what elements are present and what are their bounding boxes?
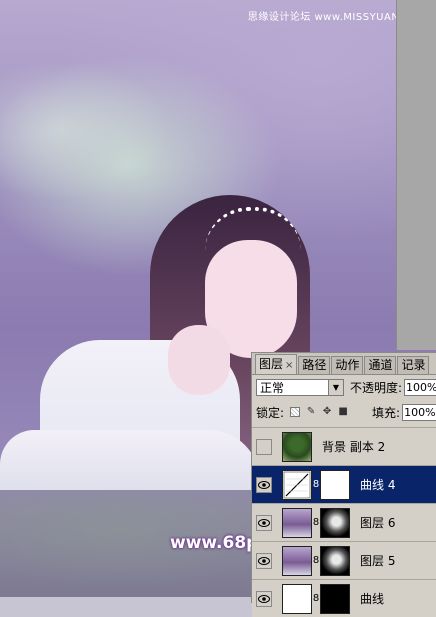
move-icon[interactable]: ✥ xyxy=(322,407,332,417)
layer-thumbnail xyxy=(282,431,312,462)
link-icon[interactable]: 8 xyxy=(312,479,320,490)
blend-mode-select[interactable]: 正常 ▼ xyxy=(256,378,344,396)
layer-list: 背景 副本 2 8 曲线 4 8 图层 6 8 图层 5 8 曲线 xyxy=(252,427,436,617)
layer-name: 背景 副本 2 xyxy=(322,440,386,454)
layer-thumbnail xyxy=(282,507,312,538)
layer-row[interactable]: 8 曲线 4 xyxy=(252,465,436,503)
layers-panel: 图层 × 路径 动作 通道 记录 正常 ▼ 不透明度: 100% 锁定: ✎ ✥ … xyxy=(251,352,436,617)
link-icon[interactable]: 8 xyxy=(312,555,320,566)
girl-arm xyxy=(168,325,230,395)
tab-channels[interactable]: 通道 xyxy=(364,356,397,374)
layer-name: 图层 6 xyxy=(360,516,396,530)
lock-transparency-icon[interactable] xyxy=(290,407,301,417)
layer-row[interactable]: 8 曲线 xyxy=(252,579,436,617)
link-icon[interactable]: 8 xyxy=(312,593,320,604)
layer-thumbnail xyxy=(282,545,312,576)
brush-icon[interactable]: ✎ xyxy=(306,407,316,417)
layer-mask[interactable] xyxy=(320,583,350,614)
opacity-label: 不透明度: xyxy=(350,380,403,395)
panel-tabs: 图层 × 路径 动作 通道 记录 xyxy=(252,353,436,375)
eye-icon[interactable] xyxy=(256,590,272,607)
chevron-down-icon[interactable]: ▼ xyxy=(328,379,343,395)
lock-icon[interactable]: ■ xyxy=(338,407,348,417)
layer-name: 曲线 xyxy=(360,592,385,606)
tab-history[interactable]: 记录 xyxy=(397,356,430,374)
white-blanket xyxy=(0,430,260,490)
link-icon[interactable]: 8 xyxy=(312,517,320,528)
lock-row: 锁定: ✎ ✥ ■ 填充: 100% xyxy=(256,402,436,422)
tab-layers[interactable]: 图层 × xyxy=(255,354,298,374)
layer-name: 曲线 4 xyxy=(360,478,396,492)
workspace-background xyxy=(396,0,436,350)
curves-icon xyxy=(282,583,312,614)
curves-icon xyxy=(282,469,312,500)
close-icon[interactable]: × xyxy=(285,360,293,371)
layer-name: 图层 5 xyxy=(360,554,396,568)
fill-input[interactable]: 100% xyxy=(402,403,436,421)
opacity-input[interactable]: 100% xyxy=(404,378,436,396)
blend-row: 正常 ▼ 不透明度: 100% xyxy=(256,377,436,397)
eye-icon[interactable] xyxy=(256,514,272,531)
eye-icon[interactable] xyxy=(256,552,272,569)
layer-mask[interactable] xyxy=(320,469,350,500)
lock-label: 锁定: xyxy=(256,405,285,420)
visibility-toggle[interactable] xyxy=(256,438,272,455)
layer-row[interactable]: 8 图层 6 xyxy=(252,503,436,541)
eye-icon[interactable] xyxy=(256,476,272,493)
tab-actions[interactable]: 动作 xyxy=(331,356,364,374)
layer-mask[interactable] xyxy=(320,507,350,538)
layer-row[interactable]: 8 图层 5 xyxy=(252,541,436,579)
tab-paths[interactable]: 路径 xyxy=(298,356,331,374)
layer-mask[interactable] xyxy=(320,545,350,576)
fill-label: 填充: xyxy=(372,405,401,420)
layer-row[interactable]: 背景 副本 2 xyxy=(252,427,436,465)
